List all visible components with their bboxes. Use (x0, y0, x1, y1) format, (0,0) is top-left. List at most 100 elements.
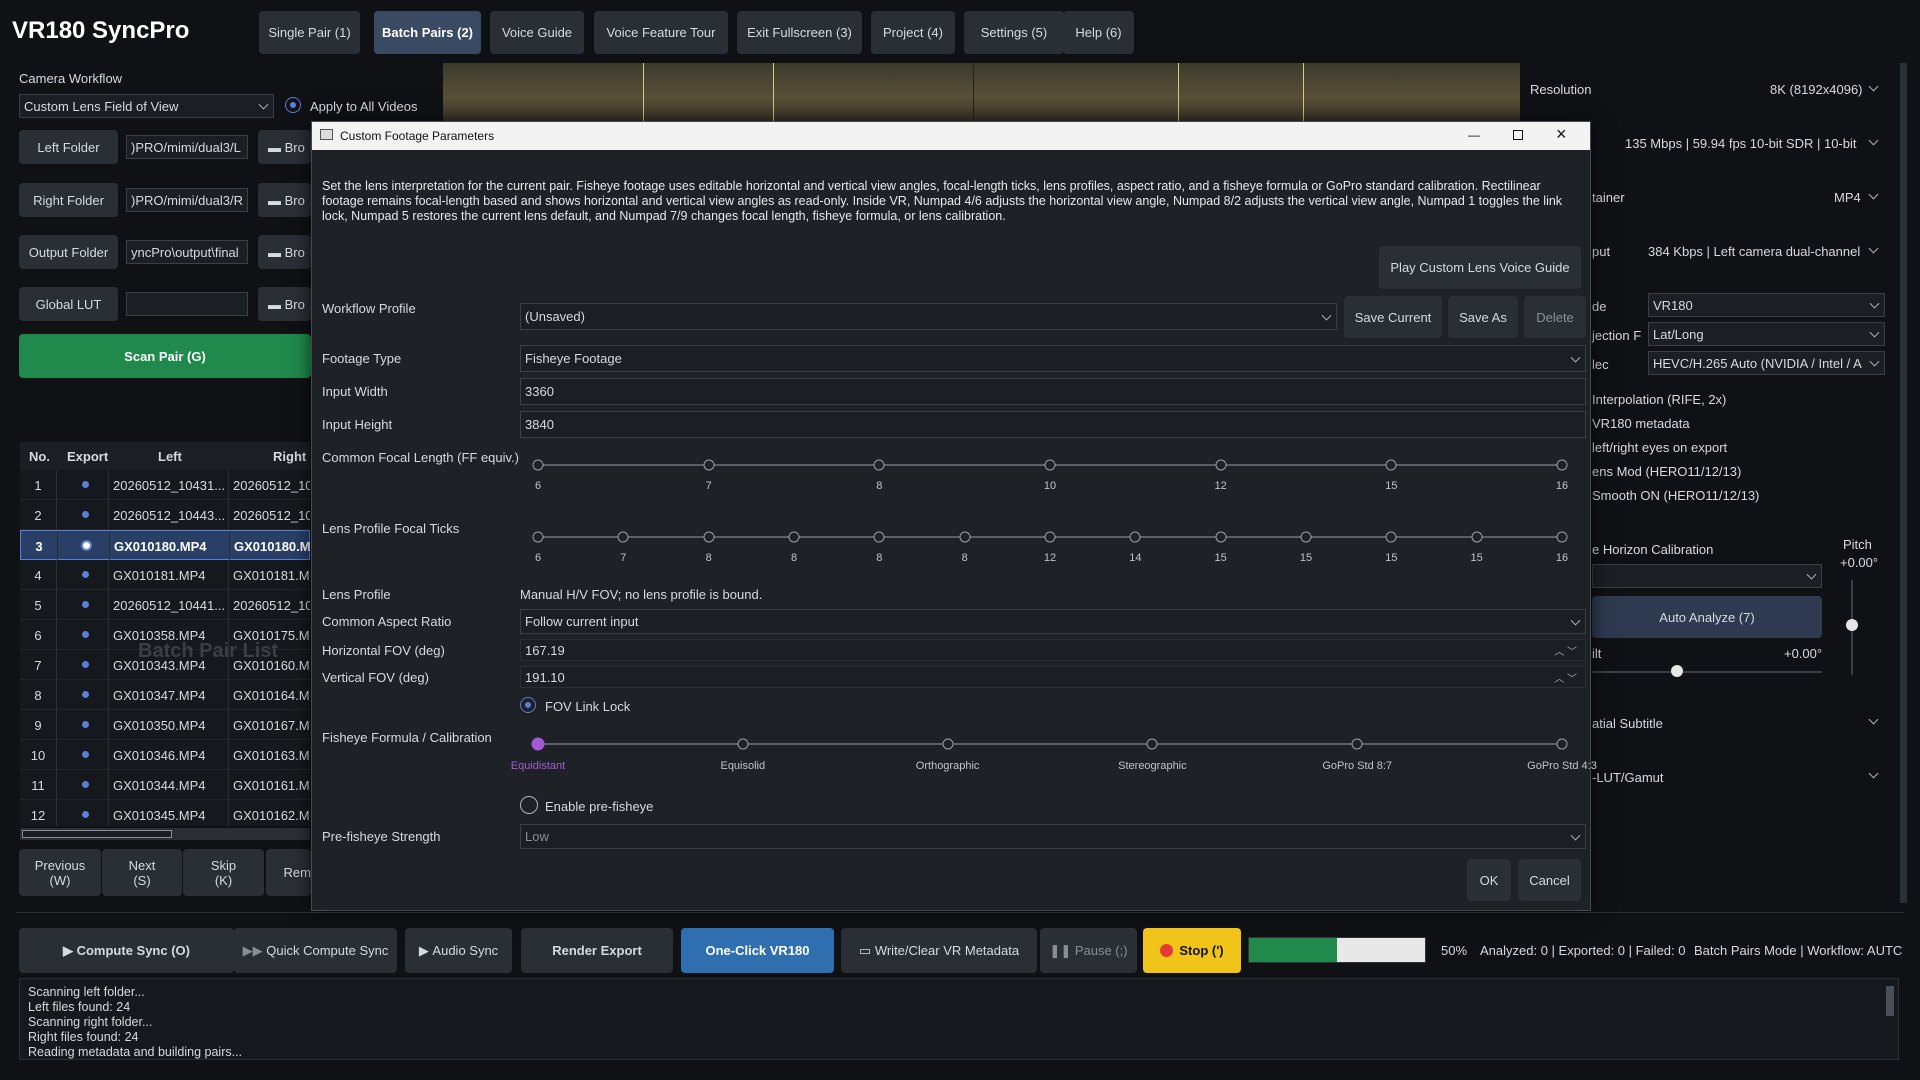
tilt-slider-track[interactable] (1592, 671, 1822, 673)
profile-ticks-tick-mark[interactable] (1044, 531, 1056, 543)
profile-ticks-tick-mark[interactable] (788, 531, 800, 543)
table-row[interactable]: 5 20260512_10441... 20260512_104 (20, 590, 310, 620)
ok-button[interactable]: OK (1467, 859, 1511, 901)
settings-scrollbar[interactable] (1900, 63, 1907, 903)
input-width-field[interactable]: 3360 (520, 378, 1586, 405)
profile-ticks-tick-mark[interactable] (1385, 531, 1397, 543)
tab-voice-guide[interactable]: Voice Guide (490, 11, 584, 54)
global-lut-browse[interactable]: ▬ Bro (258, 287, 311, 321)
table-row[interactable]: 8 GX010347.MP4 GX010164.MP (20, 680, 310, 710)
tab-voice-feature-tour[interactable]: Voice Feature Tour (594, 11, 728, 54)
delete-button[interactable]: Delete (1524, 296, 1586, 338)
pause-button[interactable]: ❚❚ Pause (;) (1040, 928, 1137, 973)
tab-exit-fullscreen[interactable]: Exit Fullscreen (3) (737, 11, 862, 54)
profile-ticks-tick-mark[interactable] (703, 531, 715, 543)
fisheye-formula-tick-mark[interactable] (737, 738, 749, 750)
hfov-spinbox[interactable]: 167.19 ︿ ﹀ (520, 639, 1586, 661)
profile-ticks-tick-mark[interactable] (873, 531, 885, 543)
left-folder-button[interactable]: Left Folder (19, 130, 118, 164)
profile-ticks-tick-mark[interactable] (1215, 531, 1227, 543)
profile-ticks-tick-mark[interactable] (1471, 531, 1483, 543)
audio-value[interactable]: 384 Kbps | Left camera dual-channel (1648, 244, 1860, 259)
export-radio[interactable] (82, 481, 89, 488)
aspect-ratio-select[interactable]: Follow current input (520, 609, 1586, 634)
table-row[interactable]: 1 20260512_10431... 20260512_104 (20, 470, 310, 500)
one-click-vr180-button[interactable]: One-Click VR180 (681, 928, 834, 973)
skip-button[interactable]: Skip (K) (183, 849, 264, 896)
profile-ticks-tick-mark[interactable] (959, 531, 971, 543)
fisheye-formula-tick-mark[interactable] (531, 737, 545, 751)
scan-pair-button[interactable]: Scan Pair (G) (19, 334, 311, 378)
focal-length-tick-mark[interactable] (1556, 459, 1568, 471)
prefisheye-checkbox[interactable] (520, 796, 538, 814)
mode-select[interactable]: VR180 (1648, 293, 1885, 317)
remove-button[interactable]: Rem (266, 849, 311, 896)
option-eyes-export[interactable]: left/right eyes on export (1592, 440, 1727, 455)
vfov-spinbox[interactable]: 191.10 ︿ ﹀ (520, 666, 1586, 688)
export-radio[interactable] (82, 571, 89, 578)
focal-length-tick-mark[interactable] (1385, 459, 1397, 471)
save-current-button[interactable]: Save Current (1344, 296, 1442, 338)
profile-ticks-tick-mark[interactable] (1129, 531, 1141, 543)
export-radio[interactable] (82, 721, 89, 728)
tab-batch-pairs[interactable]: Batch Pairs (2) (374, 11, 481, 54)
focal-length-tick-mark[interactable] (703, 459, 715, 471)
option-smooth[interactable]: Smooth ON (HERO11/12/13) (1592, 488, 1759, 503)
export-radio[interactable] (82, 751, 89, 758)
option-lens-mod[interactable]: ens Mod (HERO11/12/13) (1592, 464, 1741, 479)
right-folder-button[interactable]: Right Folder (19, 183, 118, 217)
projection-select[interactable]: Lat/Long (1648, 322, 1885, 346)
col-no[interactable]: No. (29, 449, 50, 464)
col-left[interactable]: Left (158, 449, 182, 464)
table-scrollbar[interactable] (20, 828, 310, 840)
prefisheye-strength-select[interactable]: Low (520, 824, 1586, 849)
tab-settings[interactable]: Settings (5) (964, 11, 1064, 54)
left-folder-input[interactable]: )PRO/mimi/dual3/L (126, 135, 248, 159)
next-button[interactable]: Next (S) (102, 849, 182, 896)
export-radio[interactable] (82, 661, 89, 668)
bitrate-value[interactable]: 135 Mbps | 59.94 fps 10-bit SDR | 10-bit (1625, 136, 1857, 151)
table-row[interactable]: 2 20260512_10443... 20260512_104 (20, 500, 310, 530)
option-vr180-metadata[interactable]: VR180 metadata (1592, 416, 1690, 431)
quick-compute-sync-button[interactable]: ▶▶ Quick Compute Sync (234, 928, 397, 973)
input-height-field[interactable]: 3840 (520, 411, 1586, 438)
spin-arrows-icon[interactable]: ︿ ﹀ (1554, 670, 1577, 685)
fisheye-formula-tick-mark[interactable] (942, 738, 954, 750)
horizon-select[interactable] (1592, 564, 1822, 588)
log-console[interactable]: Scanning left folder... Left files found:… (19, 978, 1899, 1060)
table-row[interactable]: 4 GX010181.MP4 GX010181.MP (20, 560, 310, 590)
table-row[interactable]: 9 GX010350.MP4 GX010167.MP (20, 710, 310, 740)
write-clear-metadata-button[interactable]: ▭ Write/Clear VR Metadata (841, 928, 1037, 973)
fisheye-formula-tick-mark[interactable] (1351, 738, 1363, 750)
stop-button[interactable]: Stop (') (1143, 928, 1241, 973)
output-folder-input[interactable]: yncPro\output\final (126, 240, 248, 264)
spatial-subtitle-label[interactable]: atial Subtitle (1592, 716, 1663, 731)
right-folder-browse[interactable]: ▬ Bro (258, 183, 311, 217)
right-folder-input[interactable]: )PRO/mimi/dual3/R (126, 188, 248, 212)
col-export[interactable]: Export (67, 449, 108, 464)
export-radio[interactable] (82, 811, 89, 818)
auto-analyze-button[interactable]: Auto Analyze (7) (1592, 596, 1822, 638)
table-row[interactable]: 11 GX010344.MP4 GX010161.MP (20, 770, 310, 800)
previous-button[interactable]: Previous (W) (19, 849, 101, 896)
tab-project[interactable]: Project (4) (871, 11, 955, 54)
left-folder-browse[interactable]: ▬ Bro (258, 130, 311, 164)
save-as-button[interactable]: Save As (1448, 296, 1518, 338)
cancel-button[interactable]: Cancel (1518, 859, 1581, 901)
global-lut-input[interactable] (126, 292, 248, 316)
focal-length-tick-mark[interactable] (532, 459, 544, 471)
audio-sync-button[interactable]: ▶ Audio Sync (405, 928, 512, 973)
table-row[interactable]: 3 GX010180.MP4 GX010180.MP (20, 530, 310, 561)
minimize-icon[interactable]: — (1467, 128, 1481, 142)
maximize-icon[interactable] (1513, 130, 1523, 140)
fisheye-formula-track[interactable] (538, 743, 1562, 745)
export-radio[interactable] (83, 542, 90, 549)
option-interpolation[interactable]: Interpolation (RIFE, 2x) (1592, 392, 1726, 407)
output-folder-browse[interactable]: ▬ Bro (258, 235, 311, 269)
output-folder-button[interactable]: Output Folder (19, 235, 118, 269)
play-voice-guide-button[interactable]: Play Custom Lens Voice Guide (1379, 246, 1581, 289)
export-radio[interactable] (82, 781, 89, 788)
pitch-slider-knob[interactable] (1846, 619, 1858, 631)
close-icon[interactable]: × (1556, 124, 1567, 145)
container-value[interactable]: MP4 (1834, 190, 1861, 205)
